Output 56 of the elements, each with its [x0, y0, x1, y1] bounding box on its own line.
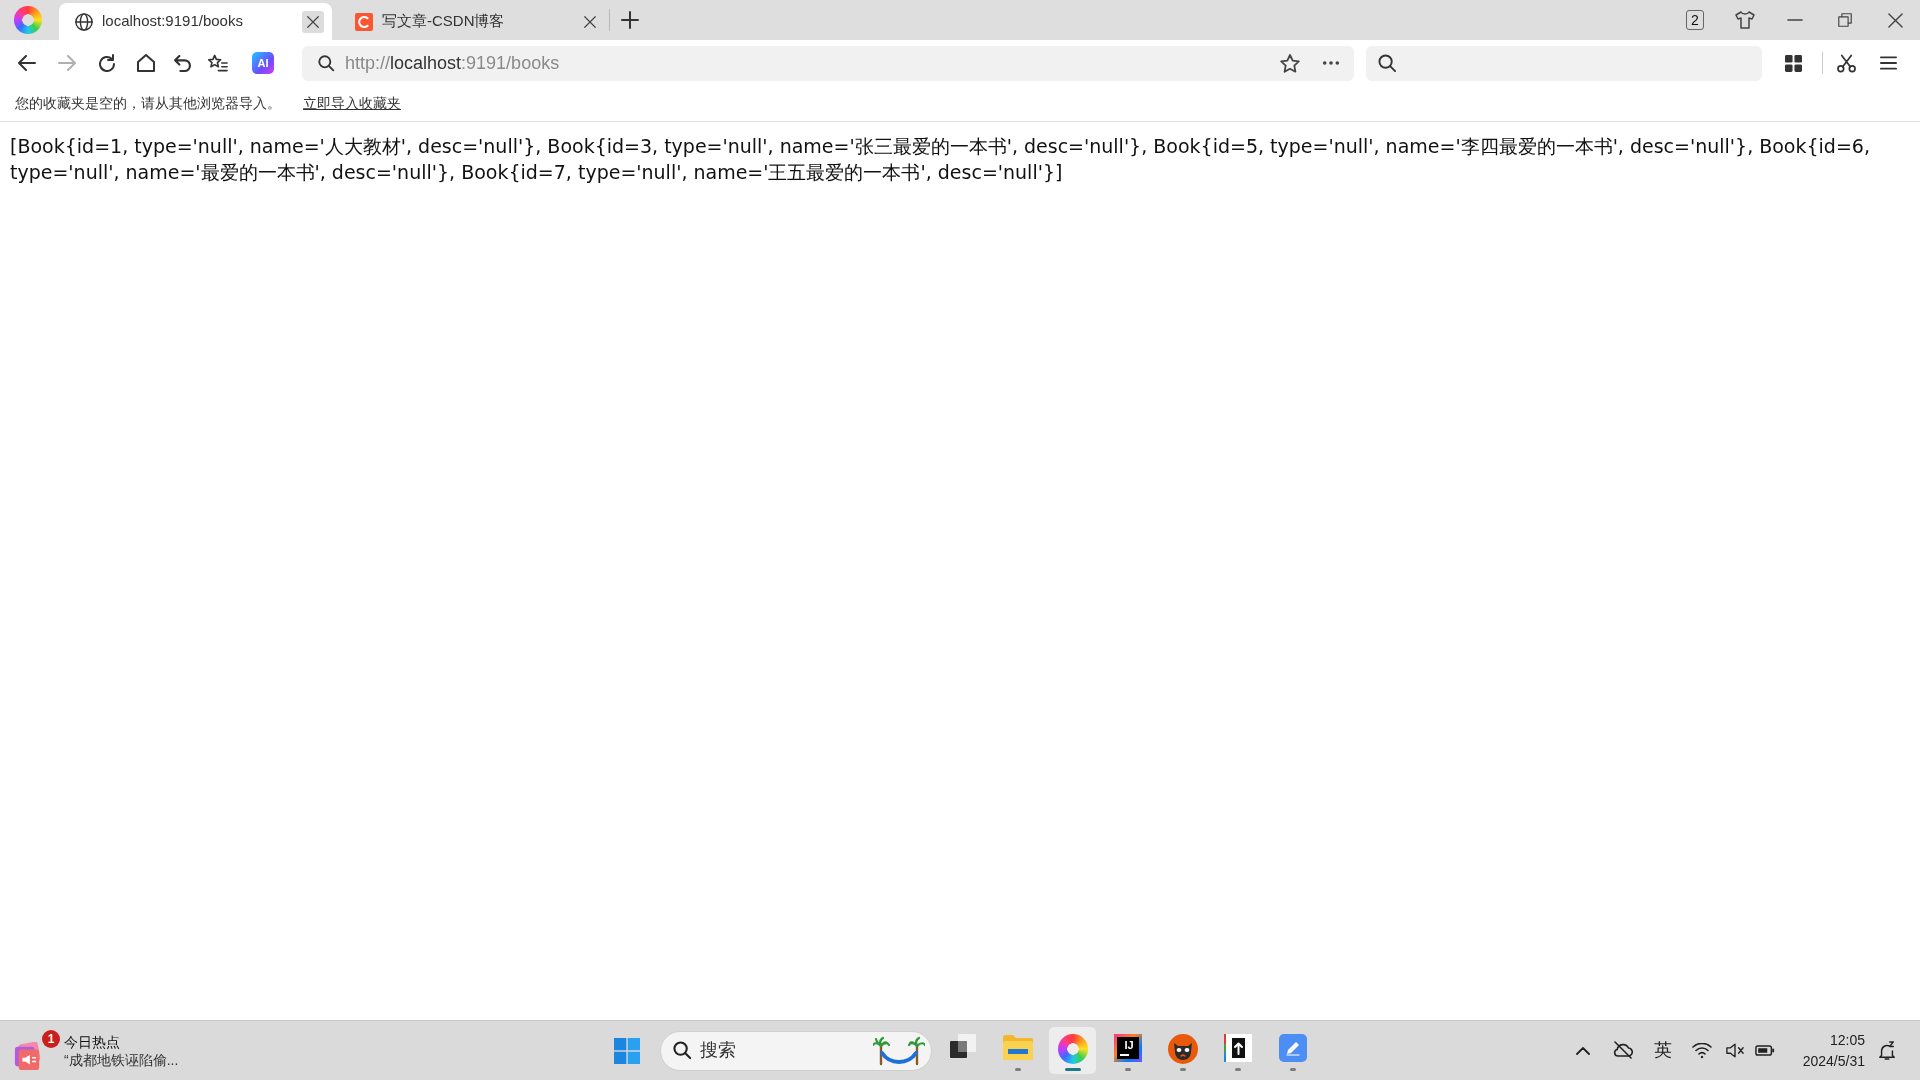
pen-icon: [1278, 1034, 1307, 1062]
cat-face-icon: [1167, 1034, 1198, 1064]
news-title[interactable]: 今日热点: [64, 1032, 179, 1051]
battery-icon[interactable]: [1754, 1045, 1775, 1056]
globe-icon: [75, 12, 93, 31]
search-icon: [673, 1041, 692, 1060]
browser-tab[interactable]: localhost:9191/books: [59, 3, 332, 40]
speaker-muted-icon[interactable]: [1725, 1043, 1744, 1058]
restore-icon[interactable]: [1838, 13, 1852, 27]
address-bar[interactable]: http://localhost:9191/books: [302, 45, 1354, 81]
page-text: [Book{id=1, type='null', name='人大教材', desc='null'}, Book{id=3, type='null', name='张三最爱的一本书', desc='null'}, Book{id=5, type='null', name='李四最爱的一本书', desc='null'}, Book{id=6, type='null', name='最爱的一本书', desc='null'}, Book{id=7, type='null', name='王五最爱的一本书', desc='null'}]: [9, 134, 1871, 185]
taskbar-search-field[interactable]: 搜索: [660, 1030, 932, 1071]
close-icon[interactable]: [302, 10, 324, 33]
tab-count-button[interactable]: 2: [1686, 10, 1704, 30]
star-list-icon[interactable]: [208, 54, 228, 72]
plus-icon[interactable]: [621, 11, 639, 29]
browser-tab[interactable]: 写文章-CSDN博客: [339, 3, 609, 40]
news-headline[interactable]: “成都地铁诬陷偷...: [64, 1050, 179, 1069]
back-arrow-icon[interactable]: [18, 55, 36, 71]
scissors-icon[interactable]: [1836, 53, 1856, 73]
import-bookmarks-link[interactable]: 立即导入收藏夹: [303, 93, 401, 114]
wifi-icon[interactable]: [1691, 1042, 1712, 1059]
undo-icon[interactable]: [173, 54, 191, 72]
news-icon[interactable]: [14, 1041, 42, 1070]
ai-button[interactable]: AI: [252, 52, 274, 74]
search-icon[interactable]: [1378, 53, 1397, 73]
apps-grid-icon[interactable]: [1784, 54, 1802, 72]
folder-icon: [1002, 1034, 1033, 1060]
bookmark-star-icon[interactable]: [1280, 53, 1300, 73]
reload-icon[interactable]: [98, 54, 116, 72]
search-field[interactable]: [1366, 45, 1762, 81]
notification-count: 1: [42, 1029, 60, 1048]
caret-up-icon[interactable]: [1575, 1046, 1590, 1055]
color-ring-icon: [1057, 1034, 1088, 1064]
ide-logo: IJ: [1113, 1034, 1142, 1062]
search-input[interactable]: 搜索: [700, 1037, 850, 1064]
start-tiles-icon[interactable]: [614, 1037, 640, 1064]
task-view-icon: [949, 1034, 976, 1060]
clock-time[interactable]: 12:05: [1829, 1029, 1865, 1051]
taskbar-app-button[interactable]: IJ: [1104, 1027, 1151, 1074]
arrow-tile-icon: [1223, 1034, 1252, 1062]
clock-date[interactable]: 2024/5/31: [1802, 1050, 1865, 1072]
shirt-icon[interactable]: [1735, 11, 1755, 29]
input-method-indicator[interactable]: 英: [1653, 1037, 1672, 1064]
close-icon[interactable]: [1887, 12, 1903, 28]
cloud-off-icon[interactable]: [1612, 1041, 1633, 1060]
menu-icon[interactable]: [1879, 56, 1897, 70]
bell-icon[interactable]: [1878, 1041, 1896, 1060]
more-icon[interactable]: [1322, 60, 1340, 66]
home-icon[interactable]: [137, 54, 155, 72]
c-logo-icon: [355, 12, 373, 31]
bookmarks-empty-message: 您的收藏夹是空的，请从其他浏览器导入。: [15, 94, 281, 113]
browser-logo-icon[interactable]: [14, 6, 42, 34]
search-icon: [318, 54, 335, 72]
palm-hammock-icon: [873, 1035, 925, 1066]
url-text: http://localhost:9191/books: [345, 51, 561, 75]
